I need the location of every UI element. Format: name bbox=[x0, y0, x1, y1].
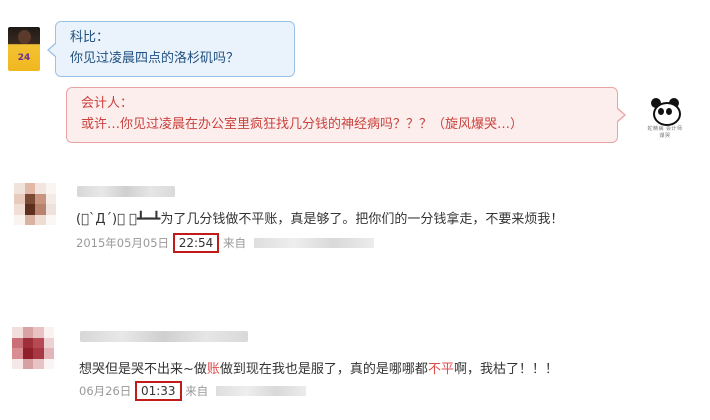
panda-avatar[interactable]: 蛇精病 会计师爆哭 bbox=[645, 96, 685, 139]
comment-username-blurred[interactable] bbox=[77, 186, 175, 197]
comment-text-highlight: 不平 bbox=[427, 362, 454, 377]
avatar-head bbox=[18, 30, 31, 44]
comment-text: (ﾟ`Д´)ﾟ ⌒┻━┻为了几分钱做不平账，真是够了。把你们的一分钱拿走，不要来… bbox=[76, 208, 563, 227]
comment-meta: 2015年05月05日 22:54 来自 bbox=[76, 233, 374, 253]
comment-source-blurred[interactable] bbox=[253, 238, 374, 248]
comment-meta: 06月26日 01:33 来自 bbox=[79, 381, 306, 401]
comment-text-part: 啊，我枯了！！！ bbox=[453, 362, 558, 377]
comment-text-part: 想哭但是哭不出来~做 bbox=[79, 362, 207, 377]
comment-time-highlight: 01:33 bbox=[134, 381, 182, 401]
comment-avatar[interactable] bbox=[12, 327, 54, 369]
table-flip-emoticon: (ﾟ`Д´)ﾟ ⌒┻━┻ bbox=[76, 212, 161, 227]
kobe-avatar[interactable]: 24 bbox=[8, 27, 40, 71]
comment-date: 2015年05月05日 bbox=[76, 236, 170, 250]
comment-source-blurred[interactable] bbox=[215, 386, 306, 396]
panda-eye-left bbox=[658, 108, 664, 115]
comment-source-label: 来自 bbox=[222, 236, 246, 250]
comment-date: 06月26日 bbox=[79, 384, 132, 398]
comment-username-blurred[interactable] bbox=[80, 331, 248, 342]
comment-text-body: 为了几分钱做不平账，真是够了。把你们的一分钱拿走，不要来烦我！ bbox=[160, 212, 564, 227]
jersey-number: 24 bbox=[17, 53, 31, 63]
comment-avatar[interactable] bbox=[14, 183, 56, 225]
answer-speaker: 会计人： bbox=[81, 96, 134, 111]
question-bubble: 科比： 你见过凌晨四点的洛杉矶吗？ bbox=[47, 21, 295, 77]
comment-text-part: 做到现在我也是服了，真的是哪哪都 bbox=[219, 362, 428, 377]
comment-source-label: 来自 bbox=[185, 384, 209, 398]
panda-eye-right bbox=[666, 108, 672, 115]
comment-time-highlight: 22:54 bbox=[172, 233, 220, 253]
comment-text-highlight: 账 bbox=[206, 362, 220, 377]
question-speaker: 科比： bbox=[70, 30, 110, 45]
answer-text: 或许…你见过凌晨在办公室里疯狂找几分钱的神经病吗？？？（旋风爆哭…） bbox=[81, 117, 524, 132]
question-text: 你见过凌晨四点的洛杉矶吗？ bbox=[70, 51, 240, 66]
answer-bubble: 会计人： 或许…你见过凌晨在办公室里疯狂找几分钱的神经病吗？？？（旋风爆哭…） bbox=[66, 87, 626, 143]
comment-text: 想哭但是哭不出来~做账做到现在我也是服了，真的是哪哪都不平啊，我枯了！！！ bbox=[79, 358, 558, 377]
panda-caption: 蛇精病 会计师爆哭 bbox=[647, 126, 683, 139]
